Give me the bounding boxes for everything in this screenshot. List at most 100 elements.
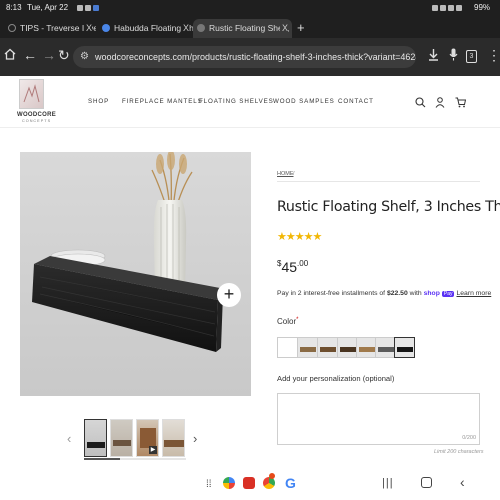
back-icon[interactable]: ← xyxy=(23,48,37,62)
shop-pay-logo: shop xyxy=(423,290,440,297)
color-label: Color* xyxy=(277,317,298,326)
search-icon[interactable] xyxy=(415,95,426,113)
gallery-next-icon[interactable]: › xyxy=(193,431,197,446)
url-text: woodcoreconcepts.com/products/rustic-flo… xyxy=(95,52,416,62)
site-header: WOODCORE CONCEPTS SHOP FIREPLACE MANTELS… xyxy=(0,76,500,128)
shop-pay-badge: Pay xyxy=(441,291,455,297)
gallery-scroll-thumb[interactable] xyxy=(84,458,120,460)
product-title: Rustic Floating Shelf, 3 Inches Thick xyxy=(277,199,500,215)
color-label-text: Color xyxy=(277,317,297,326)
breadcrumb-separator: / xyxy=(293,171,295,177)
app-grid-icon[interactable]: ⁞⁞ xyxy=(206,479,212,490)
installments-with: with xyxy=(407,290,424,297)
divider xyxy=(277,181,480,182)
tab-strip: TIPS - Treverse Inventory X Habudda Floa… xyxy=(0,16,500,38)
color-swatch-2[interactable] xyxy=(297,337,318,358)
android-nav-bar: ⁞⁞ G ||| ‹ xyxy=(0,470,500,500)
product-price: $45.00 xyxy=(277,259,308,277)
download-icon[interactable] xyxy=(428,48,439,63)
tab-tips-inventory[interactable]: TIPS - Treverse Inventory X xyxy=(4,19,96,38)
logo-text[interactable]: WOODCORE xyxy=(17,112,56,118)
address-bar[interactable]: ⚙ woodcoreconcepts.com/products/rustic-f… xyxy=(73,46,416,68)
logo-subtext: CONCEPTS xyxy=(22,119,52,123)
installments-text: Pay in 2 interest-free installments of xyxy=(277,290,387,297)
app-google-icon[interactable]: G xyxy=(285,475,296,491)
color-swatch-4[interactable] xyxy=(337,337,358,358)
thumbnail-4[interactable] xyxy=(162,419,185,457)
recents-icon[interactable]: ||| xyxy=(382,477,394,489)
required-marker: * xyxy=(296,317,299,323)
thumbnail-1[interactable] xyxy=(84,419,107,457)
star-icon: ★ xyxy=(294,231,305,243)
char-counter: 0/200 xyxy=(462,435,476,441)
tab-switcher-icon[interactable]: 3 xyxy=(466,50,477,63)
new-tab-icon[interactable]: + xyxy=(297,20,305,35)
tab-favicon-icon xyxy=(8,24,16,32)
color-swatch-3[interactable] xyxy=(317,337,338,358)
status-bar: 8:13 Tue, Apr 22 99% xyxy=(0,0,500,16)
notification-badge xyxy=(269,473,275,479)
cart-icon[interactable] xyxy=(455,95,467,113)
thumbnail-2[interactable] xyxy=(110,419,133,457)
price-cents: .00 xyxy=(297,259,309,268)
personalization-textarea[interactable]: 0/200 xyxy=(277,393,480,445)
app-camera-icon[interactable] xyxy=(243,477,255,489)
breadcrumb-home[interactable]: HOME xyxy=(277,171,294,177)
account-icon[interactable] xyxy=(435,95,445,113)
video-play-icon: ▶ xyxy=(149,446,157,454)
color-swatch-6[interactable] xyxy=(375,337,396,358)
system-icons xyxy=(430,3,462,12)
learn-more-link[interactable]: Learn more xyxy=(456,290,491,297)
color-swatch-1[interactable] xyxy=(277,337,298,358)
tab-favicon-icon xyxy=(197,24,205,32)
star-icon: ★ xyxy=(285,231,296,243)
installments-amount: $22.50 xyxy=(386,290,408,297)
thumbnail-3[interactable]: ▶ xyxy=(136,419,159,457)
gallery-prev-icon[interactable]: ‹ xyxy=(67,431,71,446)
gallery-scroll-track[interactable] xyxy=(84,458,186,460)
nav-contact[interactable]: CONTACT xyxy=(338,98,374,105)
home-button-icon[interactable] xyxy=(421,477,432,488)
star-icon: ★ xyxy=(303,231,314,243)
nav-wood-samples[interactable]: WOOD SAMPLES xyxy=(273,98,335,105)
nav-floating-shelves[interactable]: FLOATING SHELVES xyxy=(199,98,274,105)
thumb-shelf xyxy=(164,440,184,447)
browser-toolbar: ← → ↻ ⚙ woodcoreconcepts.com/products/ru… xyxy=(0,38,500,76)
tab-close-icon[interactable]: X xyxy=(83,23,92,33)
personalization-label: Add your personalization (optional) xyxy=(277,374,395,383)
price-main: 45 xyxy=(281,259,298,275)
menu-more-icon[interactable]: ⋮ xyxy=(487,48,500,62)
app-chrome-alt-icon[interactable] xyxy=(263,477,275,489)
nav-fireplace-mantels[interactable]: FIREPLACE MANTELS xyxy=(122,98,203,105)
thumb-shelf xyxy=(140,428,156,448)
status-date: Tue, Apr 22 xyxy=(27,3,69,12)
forward-icon[interactable]: → xyxy=(42,48,56,62)
battery-level: 99% xyxy=(474,3,491,12)
home-icon[interactable] xyxy=(4,48,16,62)
shelf-photo xyxy=(32,152,223,352)
tab-favicon-icon xyxy=(102,24,110,32)
reload-icon[interactable]: ↻ xyxy=(58,48,70,62)
installments-info: Pay in 2 interest-free installments of $… xyxy=(277,290,491,297)
status-time: 8:13 xyxy=(6,3,22,12)
star-icon: ★ xyxy=(277,231,287,243)
main-product-image[interactable]: + xyxy=(20,152,251,396)
tab-close-icon[interactable]: X xyxy=(180,23,189,33)
tab-rustic-shelf[interactable]: Rustic Floating Shelf, 3 In X xyxy=(193,19,292,38)
character-limit-note: Limit 200 characters xyxy=(434,449,484,455)
logo-mark-icon[interactable] xyxy=(19,79,44,109)
thumb-shelf xyxy=(87,442,105,448)
site-settings-icon[interactable]: ⚙ xyxy=(80,51,89,62)
app-chrome-icon[interactable] xyxy=(223,477,235,489)
notification-icons xyxy=(75,3,99,12)
rating-stars[interactable]: ★★★★★ xyxy=(277,230,322,243)
nav-shop[interactable]: SHOP xyxy=(88,98,109,105)
back-nav-icon[interactable]: ‹ xyxy=(460,474,465,490)
thumb-shelf xyxy=(113,440,131,446)
microphone-icon[interactable] xyxy=(449,48,458,63)
zoom-button[interactable]: + xyxy=(217,283,241,307)
tab-habudda[interactable]: Habudda Floating Shelves X xyxy=(98,19,193,38)
color-swatch-5[interactable] xyxy=(356,337,377,358)
tab-close-icon[interactable]: X xyxy=(279,23,288,33)
color-swatch-7-selected[interactable] xyxy=(394,337,415,358)
